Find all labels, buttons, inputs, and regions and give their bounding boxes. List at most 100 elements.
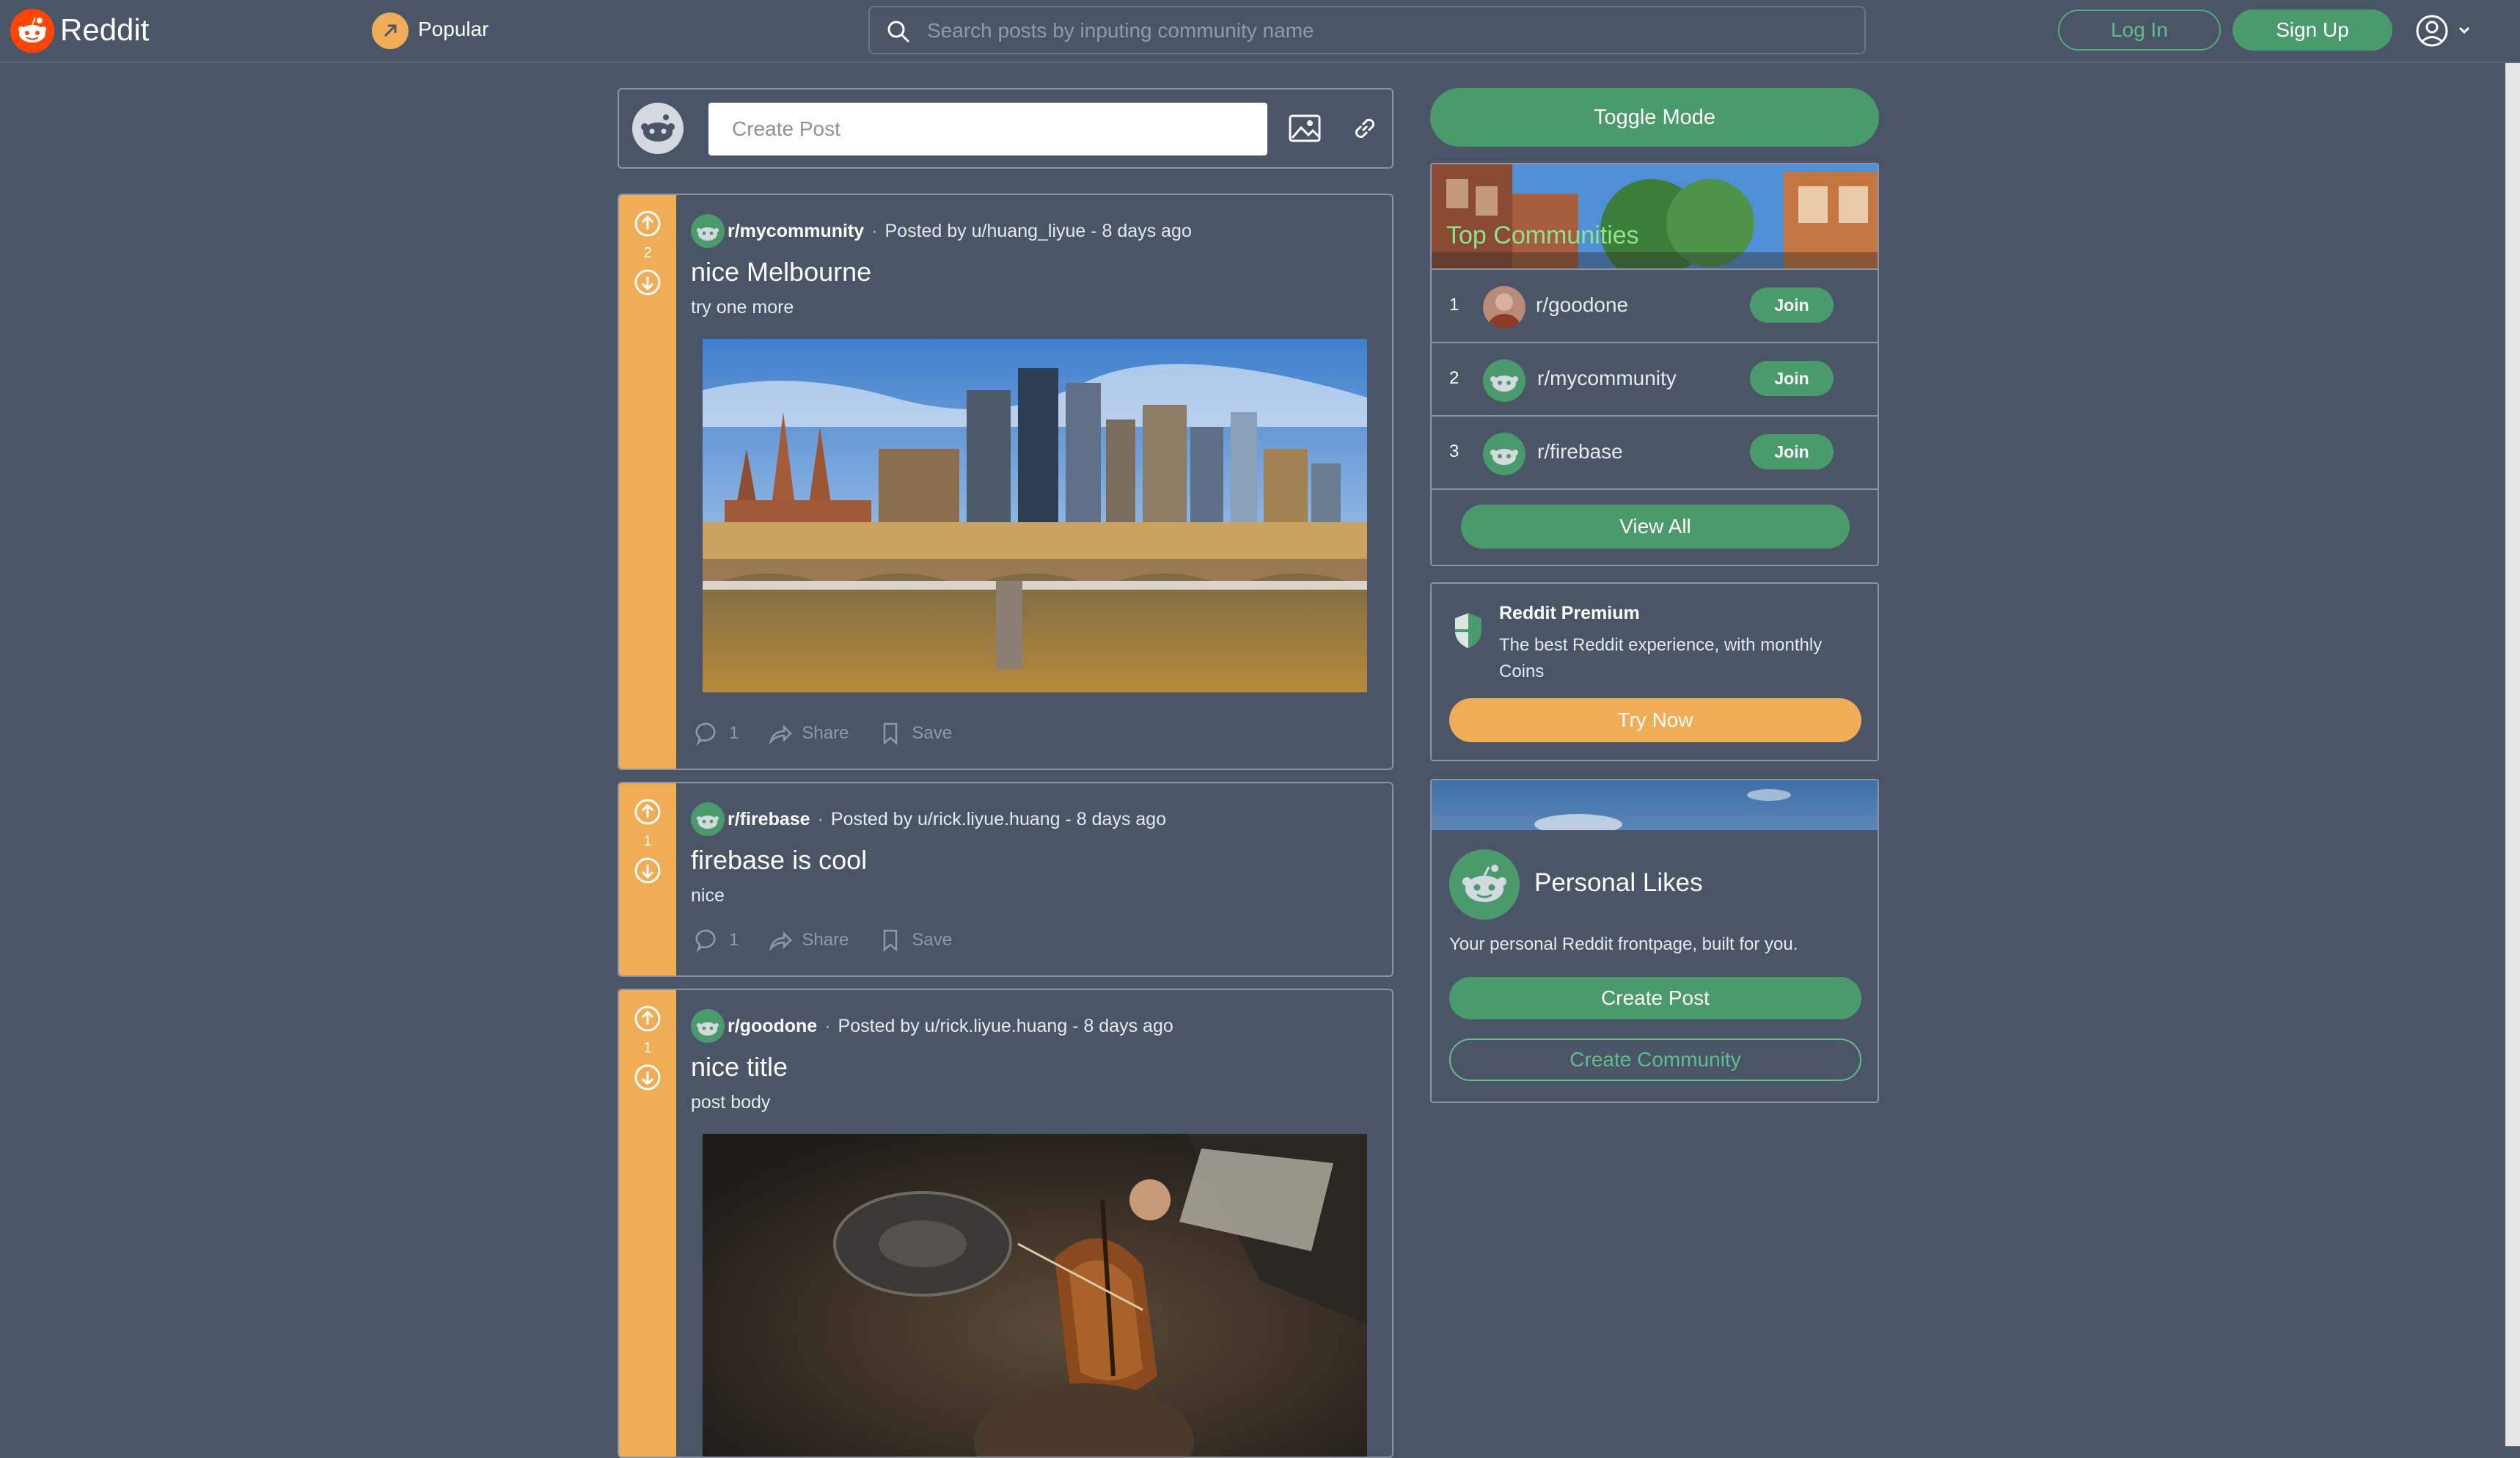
post-body: try one more [691,297,794,318]
save-label: Save [912,930,953,950]
user-circle-icon [2416,15,2470,47]
post-title[interactable]: firebase is cool [691,842,867,879]
post-title[interactable]: nice Melbourne [691,254,871,290]
comments-button[interactable]: 1 [695,721,739,746]
share-label: Share [802,930,849,950]
comment-count: 1 [729,930,739,950]
create-post-input[interactable] [708,103,1267,155]
view-all-button[interactable]: View All [1461,505,1850,549]
community-row[interactable]: 3 r/firebase Join [1432,415,1878,488]
try-now-button[interactable]: Try Now [1449,698,1861,742]
top-communities-title: Top Communities [1446,221,1639,249]
create-post-button[interactable]: Create Post [1449,977,1861,1019]
upvote-icon[interactable] [634,210,662,241]
create-community-button[interactable]: Create Community [1449,1038,1861,1081]
community-avatar [1483,359,1525,402]
post-body: nice [691,885,725,906]
share-label: Share [802,723,849,743]
post-meta: r/mycommunity · Posted by u/huang_liyue … [691,213,1192,249]
image-upload-icon[interactable] [1288,111,1322,149]
premium-card: Reddit Premium The best Reddit experienc… [1430,582,1879,761]
link-icon[interactable] [1348,111,1382,149]
shield-icon [1452,612,1484,653]
community-link[interactable]: r/mycommunity [728,221,864,242]
share-icon [769,724,793,745]
personal-likes-description: Your personal Reddit frontpage, built fo… [1449,934,1798,954]
community-name[interactable]: r/goodone [1536,293,1628,317]
search-icon [886,19,911,48]
scrollbar[interactable] [2505,63,2520,1446]
community-name[interactable]: r/mycommunity [1537,367,1677,390]
post-author-time: Posted by u/huang_liyue - 8 days ago [884,220,1192,241]
community-link[interactable]: r/firebase [728,809,810,830]
join-button[interactable]: Join [1750,287,1834,323]
vote-count: 1 [643,833,652,849]
personal-likes-title: Personal Likes [1534,868,1703,897]
downvote-icon[interactable] [634,857,662,888]
join-button[interactable]: Join [1750,361,1834,396]
trending-arrow-icon[interactable] [372,12,409,49]
upvote-icon[interactable] [634,798,662,829]
downvote-icon[interactable] [634,268,662,300]
community-rank: 2 [1449,368,1459,388]
community-avatar [691,214,725,248]
vote-count: 1 [643,1040,652,1056]
post-author-time: Posted by u/rick.liyue.huang - 8 days ag… [830,808,1167,829]
bookmark-icon [884,722,898,745]
vote-column: 2 [619,195,676,769]
save-button[interactable]: Save [878,721,952,746]
community-rank: 3 [1449,442,1459,461]
avatar [632,103,684,154]
community-link[interactable]: r/goodone [728,1016,817,1037]
share-icon [769,931,793,952]
post-card[interactable]: 2 r/mycommunity · Posted by u/huang_liyu… [618,194,1393,770]
app-name[interactable]: Reddit [60,10,149,50]
user-menu-dropdown[interactable] [2414,12,2480,49]
community-avatar [691,802,725,836]
post-card[interactable]: 1 r/firebase · Posted by u/rick.liyue.hu… [618,782,1393,977]
community-avatar [691,1009,725,1043]
upvote-icon[interactable] [634,1005,662,1036]
bookmark-icon [884,929,898,952]
downvote-icon[interactable] [634,1063,662,1095]
join-button[interactable]: Join [1750,434,1834,469]
log-in-button[interactable]: Log In [2058,10,2221,51]
reddit-logo-icon[interactable] [10,9,54,53]
top-communities-card: Top Communities 1 r/goodone Join 2 r/myc… [1430,163,1879,566]
personal-likes-card: Personal Likes Your personal Reddit fron… [1430,779,1879,1103]
post-meta: r/goodone · Posted by u/rick.liyue.huang… [691,1008,1173,1044]
community-row[interactable]: 2 r/mycommunity Join [1432,342,1878,415]
meta-separator: · [824,1015,831,1036]
share-button[interactable]: Share [768,721,849,746]
premium-title: Reddit Premium [1499,603,1640,623]
save-label: Save [912,723,953,743]
search-input[interactable] [926,15,1850,47]
post-image[interactable] [703,1134,1367,1457]
comment-icon [695,722,716,746]
post-author-time: Posted by u/rick.liyue.huang - 8 days ag… [838,1015,1173,1036]
comment-icon [695,929,716,953]
post-actions: 1 Share Save [695,926,981,955]
save-button[interactable]: Save [878,928,952,953]
communities-banner-image: Top Communities [1432,164,1878,268]
vote-column: 1 [619,783,676,975]
post-actions: 1 Share Save [695,719,981,748]
post-image[interactable] [703,339,1367,692]
popular-feed-link[interactable]: Popular [418,15,489,44]
create-post-bar [618,88,1393,169]
top-navbar: Reddit Popular Log In Sign Up [0,0,2520,63]
community-avatar [1483,286,1525,329]
meta-separator: · [817,808,824,829]
community-row[interactable]: 1 r/goodone Join [1432,268,1878,342]
vote-column: 1 [619,990,676,1457]
search-bar[interactable] [868,6,1866,54]
post-card[interactable]: 1 r/goodone · Posted by u/rick.liyue.hua… [618,989,1393,1458]
post-meta: r/firebase · Posted by u/rick.liyue.huan… [691,801,1166,838]
toggle-mode-button[interactable]: Toggle Mode [1430,88,1879,147]
share-button[interactable]: Share [768,928,849,953]
comments-button[interactable]: 1 [695,928,739,953]
comment-count: 1 [729,723,739,743]
community-name[interactable]: r/firebase [1537,440,1623,464]
post-title[interactable]: nice title [691,1049,788,1085]
sign-up-button[interactable]: Sign Up [2233,10,2392,51]
